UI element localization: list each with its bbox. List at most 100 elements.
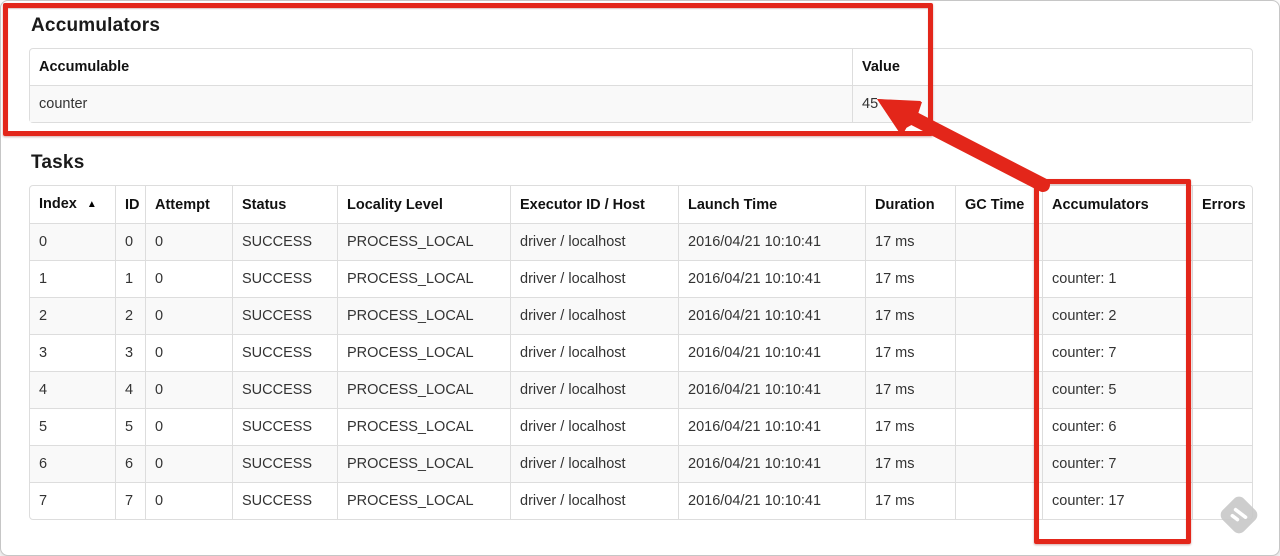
table-cell: 0 xyxy=(145,223,232,260)
table-cell xyxy=(955,297,1042,334)
table-cell: 17 ms xyxy=(865,482,955,519)
table-cell: 1 xyxy=(115,260,145,297)
table-cell: 17 ms xyxy=(865,445,955,482)
page-content: Accumulators Accumulable Value counter 45… xyxy=(29,1,1253,520)
table-cell xyxy=(1192,371,1252,408)
table-cell: counter: 5 xyxy=(1042,371,1192,408)
table-cell: 5 xyxy=(115,408,145,445)
accumulators-heading: Accumulators xyxy=(31,15,161,36)
table-cell: SUCCESS xyxy=(232,482,337,519)
table-cell: 0 xyxy=(145,445,232,482)
table-cell: 0 xyxy=(115,223,145,260)
table-cell: PROCESS_LOCAL xyxy=(337,482,510,519)
table-cell xyxy=(1192,260,1252,297)
table-cell: 2016/04/21 10:10:41 xyxy=(678,297,865,334)
table-cell: 0 xyxy=(30,223,115,260)
table-cell: SUCCESS xyxy=(232,223,337,260)
table-row: 5 5 0 SUCCESS PROCESS_LOCAL driver / localhos… xyxy=(30,408,1252,445)
tasks-column-header-gc-time[interactable]: GC Time xyxy=(955,186,1042,223)
table-cell xyxy=(955,445,1042,482)
table-cell: PROCESS_LOCAL xyxy=(337,260,510,297)
table-cell: counter xyxy=(30,85,852,122)
table-cell: SUCCESS xyxy=(232,445,337,482)
table-cell: SUCCESS xyxy=(232,408,337,445)
table-row: 7 7 0 SUCCESS PROCESS_LOCAL driver / localhos… xyxy=(30,482,1252,519)
accumulators-table: Accumulable Value counter 45 xyxy=(29,48,1253,123)
table-cell: 0 xyxy=(145,482,232,519)
table-cell xyxy=(1192,408,1252,445)
accumulators-header-row: Accumulable Value xyxy=(30,49,1252,85)
table-cell xyxy=(955,334,1042,371)
value-column-header: Value xyxy=(852,49,1252,85)
tasks-column-header-index[interactable]: Index ▲ xyxy=(30,186,115,223)
table-cell: 2016/04/21 10:10:41 xyxy=(678,482,865,519)
table-cell: 17 ms xyxy=(865,408,955,445)
table-cell: PROCESS_LOCAL xyxy=(337,445,510,482)
table-cell: 0 xyxy=(145,371,232,408)
tasks-heading: Tasks xyxy=(31,152,85,173)
table-cell: 0 xyxy=(145,334,232,371)
table-row: counter 45 xyxy=(30,85,1252,122)
table-cell: SUCCESS xyxy=(232,371,337,408)
tasks-column-header-locality-level[interactable]: Locality Level xyxy=(337,186,510,223)
table-cell xyxy=(1192,334,1252,371)
table-cell: counter: 1 xyxy=(1042,260,1192,297)
table-cell: PROCESS_LOCAL xyxy=(337,223,510,260)
table-cell: 17 ms xyxy=(865,297,955,334)
tasks-column-header-attempt[interactable]: Attempt xyxy=(145,186,232,223)
tasks-column-header-executor-id-host[interactable]: Executor ID / Host xyxy=(510,186,678,223)
tasks-column-header-errors[interactable]: Errors xyxy=(1192,186,1252,223)
table-cell: SUCCESS xyxy=(232,334,337,371)
accumulable-column-header: Accumulable xyxy=(39,59,130,75)
table-cell: driver / localhost xyxy=(510,408,678,445)
table-cell: 2016/04/21 10:10:41 xyxy=(678,445,865,482)
table-cell: counter: 17 xyxy=(1042,482,1192,519)
table-cell: driver / localhost xyxy=(510,445,678,482)
table-cell xyxy=(1192,445,1252,482)
tasks-column-header-duration[interactable]: Duration xyxy=(865,186,955,223)
table-cell: 0 xyxy=(145,260,232,297)
table-cell: 17 ms xyxy=(865,223,955,260)
table-cell: 4 xyxy=(30,371,115,408)
table-cell: 2016/04/21 10:10:41 xyxy=(678,260,865,297)
table-row: 6 6 0 SUCCESS PROCESS_LOCAL driver / localhos… xyxy=(30,445,1252,482)
table-cell: counter: 6 xyxy=(1042,408,1192,445)
table-cell: PROCESS_LOCAL xyxy=(337,334,510,371)
tasks-column-header-accumulators[interactable]: Accumulators xyxy=(1042,186,1192,223)
table-cell: driver / localhost xyxy=(510,223,678,260)
table-cell: 1 xyxy=(30,260,115,297)
table-cell: counter: 7 xyxy=(1042,334,1192,371)
table-cell: 2 xyxy=(115,297,145,334)
table-cell: 3 xyxy=(115,334,145,371)
table-cell: counter: 2 xyxy=(1042,297,1192,334)
table-cell xyxy=(955,223,1042,260)
table-cell xyxy=(955,260,1042,297)
table-cell: 5 xyxy=(30,408,115,445)
sort-ascending-icon: ▲ xyxy=(86,199,97,210)
table-cell: PROCESS_LOCAL xyxy=(337,297,510,334)
table-cell xyxy=(1042,223,1192,260)
tasks-column-header-id[interactable]: ID xyxy=(115,186,145,223)
spark-stage-page: Accumulators Accumulable Value counter 45… xyxy=(0,0,1280,556)
table-cell: PROCESS_LOCAL xyxy=(337,371,510,408)
table-cell: 6 xyxy=(115,445,145,482)
tasks-column-header-status[interactable]: Status xyxy=(232,186,337,223)
table-cell xyxy=(955,371,1042,408)
table-cell: 45 xyxy=(852,85,1252,122)
table-cell: 2016/04/21 10:10:41 xyxy=(678,223,865,260)
table-cell: 4 xyxy=(115,371,145,408)
table-row: 3 3 0 SUCCESS PROCESS_LOCAL driver / localhos… xyxy=(30,334,1252,371)
tasks-column-header-launch-time[interactable]: Launch Time xyxy=(678,186,865,223)
table-cell: 17 ms xyxy=(865,260,955,297)
table-cell: driver / localhost xyxy=(510,297,678,334)
table-cell: 3 xyxy=(30,334,115,371)
table-cell xyxy=(1192,482,1252,519)
table-cell: driver / localhost xyxy=(510,371,678,408)
table-cell xyxy=(1192,297,1252,334)
table-cell: PROCESS_LOCAL xyxy=(337,408,510,445)
table-row: 2 2 0 SUCCESS PROCESS_LOCAL driver / localhos… xyxy=(30,297,1252,334)
table-cell xyxy=(955,482,1042,519)
table-cell: SUCCESS xyxy=(232,260,337,297)
tasks-header-row: Index ▲ ID Attempt Status Locality Level … xyxy=(30,186,1252,223)
table-cell: 0 xyxy=(145,297,232,334)
